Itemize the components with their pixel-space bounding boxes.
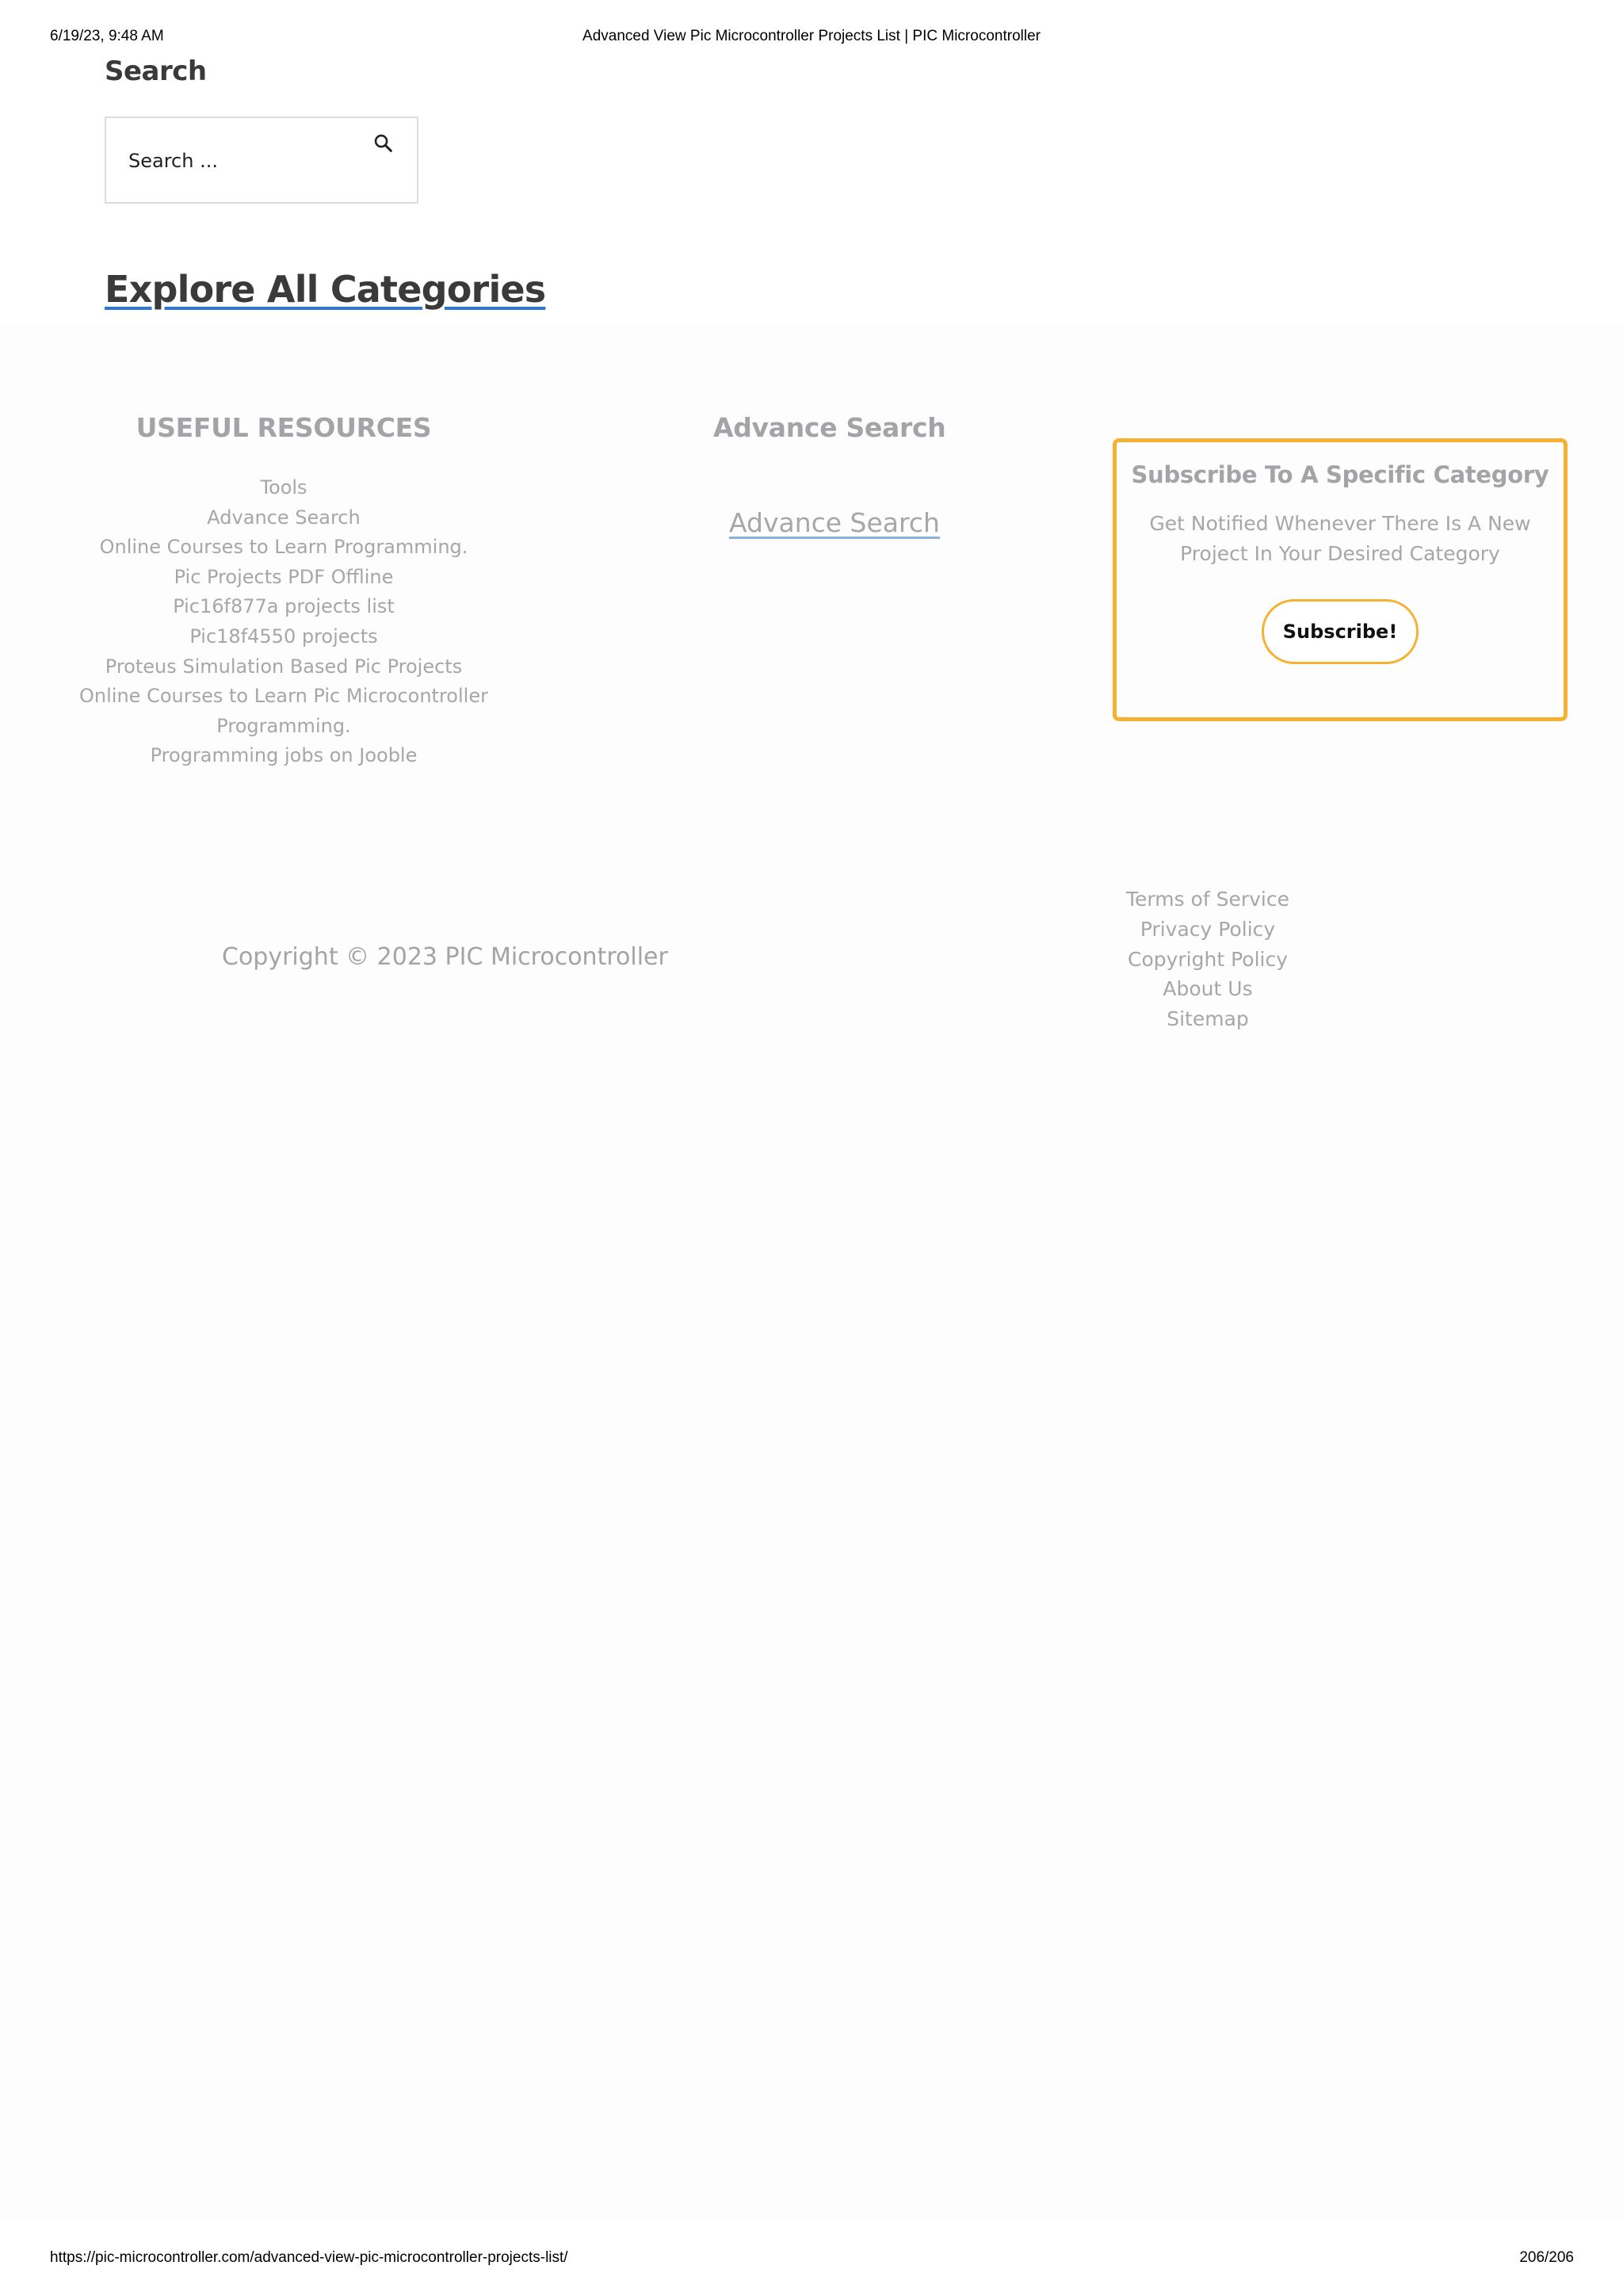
footer-link-privacy[interactable]: Privacy Policy — [1089, 915, 1327, 945]
footer-link-copyright[interactable]: Copyright Policy — [1089, 945, 1327, 975]
useful-resources-column: USEFUL RESOURCES Tools Advance Search On… — [79, 412, 488, 771]
subscribe-title: Subscribe To A Specific Category — [1131, 461, 1549, 488]
search-input[interactable]: Search ... — [128, 150, 218, 172]
resource-link-proteus[interactable]: Proteus Simulation Based Pic Projects — [79, 652, 488, 682]
print-url: https://pic-microcontroller.com/advanced… — [50, 2249, 568, 2266]
search-widget-heading: Search — [105, 55, 207, 87]
search-icon[interactable] — [372, 132, 395, 155]
subscribe-button[interactable]: Subscribe! — [1262, 599, 1419, 664]
useful-resources-list: Tools Advance Search Online Courses to L… — [79, 473, 488, 771]
useful-resources-heading: USEFUL RESOURCES — [136, 412, 432, 443]
print-page-title: Advanced View Pic Microcontroller Projec… — [582, 28, 1041, 44]
resource-link-jooble[interactable]: Programming jobs on Jooble — [79, 741, 488, 771]
footer-link-about[interactable]: About Us — [1089, 974, 1327, 1004]
resource-link-pic18f4550[interactable]: Pic18f4550 projects — [79, 622, 488, 652]
footer-link-sitemap[interactable]: Sitemap — [1089, 1004, 1327, 1034]
subscribe-description: Get Notified Whenever There Is A New Pro… — [1149, 512, 1531, 565]
resource-link-advance-search[interactable]: Advance Search — [79, 503, 488, 533]
resource-link-pic-courses[interactable]: Online Courses to Learn Pic Microcontrol… — [79, 682, 488, 712]
resource-link-online-courses[interactable]: Online Courses to Learn Programming. — [79, 533, 488, 563]
advance-search-column: Advance Search Advance Search — [697, 412, 1014, 538]
resource-link-pic16f877a[interactable]: Pic16f877a projects list — [79, 592, 488, 622]
footer-link-terms[interactable]: Terms of Service — [1089, 884, 1327, 915]
advance-search-heading: Advance Search — [713, 412, 946, 443]
resource-link-tools[interactable]: Tools — [79, 473, 488, 503]
subscribe-box: Subscribe To A Specific Category Get Not… — [1113, 438, 1568, 721]
search-input-box[interactable]: Search ... — [105, 117, 418, 204]
resource-link-pic-courses-cont[interactable]: Programming. — [79, 712, 488, 742]
explore-all-categories-link[interactable]: Explore All Categories — [105, 268, 546, 311]
resource-link-pdf-offline[interactable]: Pic Projects PDF Offline — [79, 563, 488, 593]
advance-search-link[interactable]: Advance Search — [729, 507, 940, 538]
copyright-text: Copyright © 2023 PIC Microcontroller — [222, 943, 668, 971]
print-page-number: 206/206 — [1519, 2249, 1574, 2266]
footer-legal-links: Terms of Service Privacy Policy Copyrigh… — [1089, 884, 1327, 1034]
